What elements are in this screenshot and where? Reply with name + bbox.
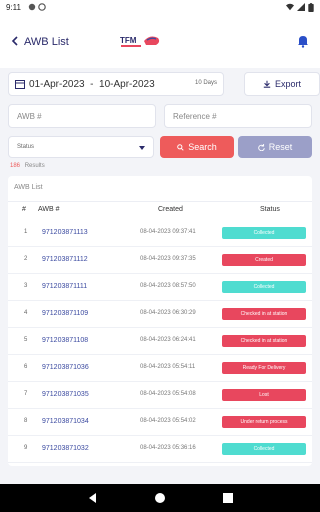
row-awb-link[interactable]: 971203871034 xyxy=(42,418,89,425)
row-created: 08-04-2023 06:24:41 xyxy=(140,337,196,343)
row-awb-link[interactable]: 971203871108 xyxy=(42,337,88,344)
row-num: 1 xyxy=(24,229,28,235)
header-awb: AWB # xyxy=(38,206,60,213)
card-title: AWB List xyxy=(14,184,43,191)
row-awb-link[interactable]: 971203871035 xyxy=(42,391,89,398)
row-awb-link[interactable]: 971203871109 xyxy=(42,310,88,317)
results-label: Results xyxy=(24,163,45,169)
nav-back-icon[interactable] xyxy=(86,491,100,505)
row-awb-link[interactable]: 971203871112 xyxy=(42,256,88,263)
circle-a-icon xyxy=(38,3,46,11)
nav-home-icon[interactable] xyxy=(153,491,167,505)
export-label: Export xyxy=(274,79,301,89)
table-row[interactable]: 6 971203871036 08-04-2023 05:54:11 Ready Fo… xyxy=(8,355,312,382)
status-badge: Collected xyxy=(222,227,306,239)
reset-button[interactable]: Reset xyxy=(238,136,312,158)
row-num: 5 xyxy=(24,337,28,343)
status-badge: Collected xyxy=(222,281,306,293)
days-count: 10 Days xyxy=(194,80,217,86)
row-num: 2 xyxy=(24,256,28,262)
table-body: 1 971203871113 08-04-2023 09:37:41 Collecte… xyxy=(8,220,312,463)
notification-icon xyxy=(28,3,36,11)
svg-text:TFM: TFM xyxy=(120,36,137,45)
dropdown-caret-icon xyxy=(139,146,145,150)
table-row[interactable]: 2 971203871112 08-04-2023 09:37:35 Created xyxy=(8,247,312,274)
row-num: 8 xyxy=(24,418,28,424)
awb-input[interactable]: AWB # xyxy=(8,104,156,128)
table-header: # AWB # Created Status xyxy=(8,206,312,218)
awb-placeholder: AWB # xyxy=(17,112,42,121)
row-num: 4 xyxy=(24,310,28,316)
row-awb-link[interactable]: 971203871113 xyxy=(42,229,88,236)
status-badge: Checked in at station xyxy=(222,335,306,347)
search-icon xyxy=(177,143,184,151)
company-logo: TFM xyxy=(120,36,160,47)
status-badge: Ready For Delivery xyxy=(222,362,306,374)
table-row[interactable]: 7 971203871035 08-04-2023 05:54:08 Lost xyxy=(8,382,312,409)
date-range-text: 01-Apr-2023 - 10-Apr-2023 xyxy=(29,79,155,90)
row-created: 08-04-2023 05:54:02 xyxy=(140,418,196,424)
divider xyxy=(8,201,312,202)
notification-bell-icon[interactable] xyxy=(296,34,310,48)
status-badge: Lost xyxy=(222,389,306,401)
signal-icon xyxy=(297,3,305,11)
date-range-picker[interactable]: 01-Apr-2023 - 10-Apr-2023 10 Days xyxy=(8,72,224,96)
status-badge: Collected xyxy=(222,443,306,455)
row-created: 08-04-2023 08:57:50 xyxy=(140,283,196,289)
header-status: Status xyxy=(260,206,280,213)
row-created: 08-04-2023 05:36:16 xyxy=(140,445,196,451)
status-bar: 9:11 xyxy=(0,0,320,16)
refresh-icon xyxy=(258,143,265,151)
battery-icon xyxy=(308,3,314,12)
date-filter-row: 01-Apr-2023 - 10-Apr-2023 10 Days Export xyxy=(8,72,320,96)
awb-list-card: AWB List # AWB # Created Status 1 9712038… xyxy=(8,176,312,466)
reference-placeholder: Reference # xyxy=(173,112,217,121)
status-badge: Under return process xyxy=(222,416,306,428)
status-select[interactable]: Status xyxy=(8,136,154,158)
table-row[interactable]: 5 971203871108 08-04-2023 06:24:41 Checked … xyxy=(8,328,312,355)
system-nav-bar xyxy=(0,484,320,512)
row-created: 08-04-2023 09:37:35 xyxy=(140,256,196,262)
status-time: 9:11 xyxy=(6,3,21,12)
table-row[interactable]: 9 971203871032 08-04-2023 05:36:16 Collecte… xyxy=(8,436,312,463)
row-created: 08-04-2023 05:54:11 xyxy=(140,364,196,370)
row-num: 6 xyxy=(24,364,28,370)
nav-recents-icon[interactable] xyxy=(221,491,235,505)
status-placeholder: Status xyxy=(17,144,35,150)
row-awb-link[interactable]: 971203871036 xyxy=(42,364,89,371)
row-created: 08-04-2023 05:54:08 xyxy=(140,391,196,397)
reference-input[interactable]: Reference # xyxy=(164,104,312,128)
back-arrow-icon[interactable] xyxy=(8,34,22,48)
row-num: 9 xyxy=(24,445,28,451)
status-badge: Created xyxy=(222,254,306,266)
row-awb-link[interactable]: 971203871111 xyxy=(42,283,87,290)
page-title: AWB List xyxy=(24,36,69,48)
status-badge: Checked in at station xyxy=(222,308,306,320)
search-button[interactable]: Search xyxy=(160,136,234,158)
download-icon xyxy=(263,80,271,88)
results-summary: 186 Results xyxy=(10,163,45,169)
row-awb-link[interactable]: 971203871032 xyxy=(42,445,89,452)
wifi-icon xyxy=(286,3,294,11)
calendar-icon xyxy=(15,80,25,89)
table-row[interactable]: 3 971203871111 08-04-2023 08:57:50 Collecte… xyxy=(8,274,312,301)
table-row[interactable]: 1 971203871113 08-04-2023 09:37:41 Collecte… xyxy=(8,220,312,247)
table-row[interactable]: 4 971203871109 08-04-2023 06:30:29 Checked … xyxy=(8,301,312,328)
header-created: Created xyxy=(158,206,183,213)
reset-label: Reset xyxy=(268,142,293,152)
row-created: 08-04-2023 09:37:41 xyxy=(140,229,196,235)
results-count: 186 xyxy=(10,163,21,169)
row-num: 3 xyxy=(24,283,28,289)
app-bar: AWB List TFM xyxy=(0,16,320,68)
export-button[interactable]: Export xyxy=(244,72,320,96)
search-label: Search xyxy=(188,142,217,152)
table-row[interactable]: 8 971203871034 08-04-2023 05:54:02 Under re… xyxy=(8,409,312,436)
header-num: # xyxy=(22,206,26,213)
row-num: 7 xyxy=(24,391,28,397)
row-created: 08-04-2023 06:30:29 xyxy=(140,310,196,316)
